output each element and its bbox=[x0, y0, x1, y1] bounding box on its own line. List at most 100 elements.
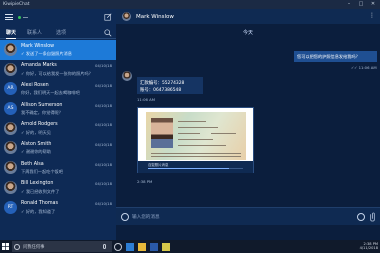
chat-list-item[interactable]: AS Allison Sumerson 04/10/18 我不确定，你觉得呢？ bbox=[0, 99, 116, 119]
chat-name: Alexi Rosen bbox=[21, 82, 49, 88]
kiwipie-app-icon[interactable] bbox=[162, 242, 170, 251]
windows-start-icon[interactable] bbox=[2, 243, 9, 250]
chat-time: 04/10/18 bbox=[94, 102, 112, 108]
chat-preview: 下周我们一起吃个饭吧 bbox=[21, 169, 63, 175]
avatar: AS bbox=[4, 102, 17, 116]
chat-list-item[interactable]: Bill Lexington 04/10/18 ✓ 我已经收到文件了 bbox=[0, 178, 116, 198]
chat-preview: 你好，我们明天一起去喝咖啡吧 bbox=[21, 90, 80, 96]
avatar bbox=[4, 121, 17, 135]
timer-icon[interactable] bbox=[357, 213, 365, 221]
chat-list-item[interactable]: Beth Alsa 04/10/18 下周我们一起吃个饭吧 bbox=[0, 158, 116, 178]
clock-date: 4/11/2018 bbox=[359, 246, 378, 251]
cortana-icon bbox=[14, 243, 20, 250]
status-indicator bbox=[23, 17, 28, 18]
emoji-icon[interactable] bbox=[121, 213, 129, 221]
avatar bbox=[4, 180, 17, 194]
taskbar-search-placeholder: 问我任何事 bbox=[23, 245, 45, 250]
chat-name: Amanda Marks bbox=[21, 63, 57, 69]
chat-list-item[interactable]: RT Ronald Thomas 04/10/18 ✓ 好的，我知道了 bbox=[0, 198, 116, 218]
compose-icon[interactable] bbox=[104, 13, 112, 21]
sidebar: 聊天 联系人 选项 Mark Winslow ✓ 发送了一条自毁照片消息 Ama… bbox=[0, 9, 116, 240]
attach-icon[interactable] bbox=[368, 212, 377, 222]
message-time: 2:38 PM bbox=[137, 179, 153, 184]
minimize-button[interactable]: – bbox=[343, 0, 355, 9]
system-tray[interactable]: 2:38 PM 4/11/2018 bbox=[360, 242, 378, 251]
chat-list-item[interactable]: Arnold Rodgers 04/10/18 ✓ 好的，明天见 bbox=[0, 119, 116, 139]
sidebar-header bbox=[0, 9, 116, 26]
avatar bbox=[4, 62, 17, 76]
contact-avatar[interactable] bbox=[122, 12, 131, 21]
self-destruct-label: 自毁照片消息 bbox=[148, 163, 169, 167]
avatar bbox=[4, 43, 17, 56]
microphone-icon[interactable] bbox=[103, 244, 106, 249]
task-view-icon[interactable] bbox=[114, 242, 122, 251]
chat-list-item[interactable]: Amanda Marks 04/10/18 ✓ 你好，可以给我发一张你的照片吗？ bbox=[0, 60, 116, 80]
chat-time: 04/10/18 bbox=[94, 201, 112, 206]
chat-name: Ronald Thomas bbox=[21, 201, 58, 206]
chat-list: Mark Winslow ✓ 发送了一条自毁照片消息 Amanda Marks … bbox=[0, 40, 116, 240]
chat-name: Mark Winslow bbox=[21, 43, 55, 49]
chat-name: Alston Smith bbox=[21, 141, 52, 147]
chat-time: 04/10/18 bbox=[94, 122, 112, 128]
taskbar-search[interactable]: 问我任何事 bbox=[12, 241, 112, 252]
message-text: 您可以把您的护照信息发给我吗？ bbox=[297, 54, 360, 60]
avatar: AR bbox=[4, 82, 17, 96]
chat-list-item[interactable]: Mark Winslow ✓ 发送了一条自毁照片消息 bbox=[0, 40, 116, 60]
chat-time: 04/10/18 bbox=[94, 141, 112, 147]
conversation-header: Mark Winslow ⋮ bbox=[116, 9, 380, 24]
portrait-image bbox=[151, 118, 173, 148]
search-icon[interactable] bbox=[104, 29, 112, 37]
photo-message[interactable]: 自毁照片消息 bbox=[137, 107, 254, 173]
message-line: 账号：0647386548 bbox=[140, 87, 182, 93]
avatar bbox=[4, 161, 17, 175]
conversation-pane: Mark Winslow ⋮ 今天 您可以把您的护照信息发给我吗？ ✓✓ 11:… bbox=[116, 9, 380, 240]
avatar: RT bbox=[4, 200, 17, 214]
passport-photo bbox=[146, 112, 246, 160]
chat-name: Bill Lexington bbox=[21, 181, 54, 187]
tab-options[interactable]: 选项 bbox=[56, 29, 66, 36]
chat-preview: ✓ 好的，明天见 bbox=[21, 129, 51, 135]
message-status: ✓✓ 11:06 AM bbox=[351, 65, 377, 70]
message-line: 汇款编号：55274328 bbox=[140, 81, 185, 86]
contact-name[interactable]: Mark Winslow bbox=[136, 14, 174, 20]
chat-preview: ✓ 发送了一条自毁照片消息 bbox=[21, 51, 72, 56]
incoming-message[interactable]: 汇款编号：55274328 账号：0647386548 bbox=[137, 77, 203, 94]
window-title: KiwipieChat bbox=[3, 2, 30, 7]
store-icon[interactable] bbox=[150, 242, 158, 251]
chat-time: 04/10/18 bbox=[94, 161, 112, 167]
chat-preview: ✓ 谢谢你的帮助 bbox=[21, 149, 51, 155]
chat-name: Allison Sumerson bbox=[21, 102, 63, 108]
tab-contacts[interactable]: 联系人 bbox=[27, 29, 42, 36]
self-destruct-progress bbox=[148, 168, 243, 169]
message-composer bbox=[116, 207, 380, 225]
chat-preview: ✓ 你好，可以给我发一张你的照片吗？ bbox=[21, 70, 93, 76]
day-separator: 今天 bbox=[242, 30, 253, 36]
online-status-icon bbox=[18, 16, 21, 19]
outgoing-message[interactable]: 您可以把您的护照信息发给我吗？ bbox=[294, 51, 377, 62]
taskbar: 问我任何事 2:38 PM 4/11/2018 bbox=[0, 240, 380, 253]
chat-preview: 我不确定，你觉得呢？ bbox=[21, 110, 63, 116]
app-window: KiwipieChat – □ ✕ 聊天 联系人 选项 Mark Winslow… bbox=[0, 0, 380, 253]
maximize-button[interactable]: □ bbox=[355, 0, 367, 9]
chat-time: 04/10/18 bbox=[94, 63, 112, 69]
photo-caption-bar: 自毁照片消息 bbox=[138, 161, 253, 173]
message-time: 11:06 AM bbox=[137, 97, 156, 102]
chat-list-item[interactable]: AR Alexi Rosen 04/10/18 你好，我们明天一起去喝咖啡吧 bbox=[0, 79, 116, 99]
chat-time: 04/10/18 bbox=[94, 181, 112, 187]
more-options-icon[interactable]: ⋮ bbox=[369, 12, 375, 19]
edge-icon[interactable] bbox=[126, 242, 134, 251]
chat-time: 04/10/18 bbox=[94, 82, 112, 88]
chat-preview: ✓ 我已经收到文件了 bbox=[21, 188, 60, 194]
sender-avatar bbox=[122, 71, 132, 81]
tab-chats[interactable]: 聊天 bbox=[6, 29, 17, 39]
chat-preview: ✓ 好的，我知道了 bbox=[21, 208, 56, 214]
message-input[interactable] bbox=[132, 211, 346, 223]
tab-bar: 聊天 联系人 选项 bbox=[0, 26, 116, 39]
close-button[interactable]: ✕ bbox=[367, 0, 379, 9]
file-explorer-icon[interactable] bbox=[138, 242, 146, 251]
menu-icon[interactable] bbox=[5, 14, 13, 21]
chat-list-item[interactable]: Alston Smith 04/10/18 ✓ 谢谢你的帮助 bbox=[0, 138, 116, 158]
chat-name: Arnold Rodgers bbox=[21, 122, 58, 128]
avatar bbox=[4, 141, 17, 155]
chat-name: Beth Alsa bbox=[21, 161, 44, 167]
